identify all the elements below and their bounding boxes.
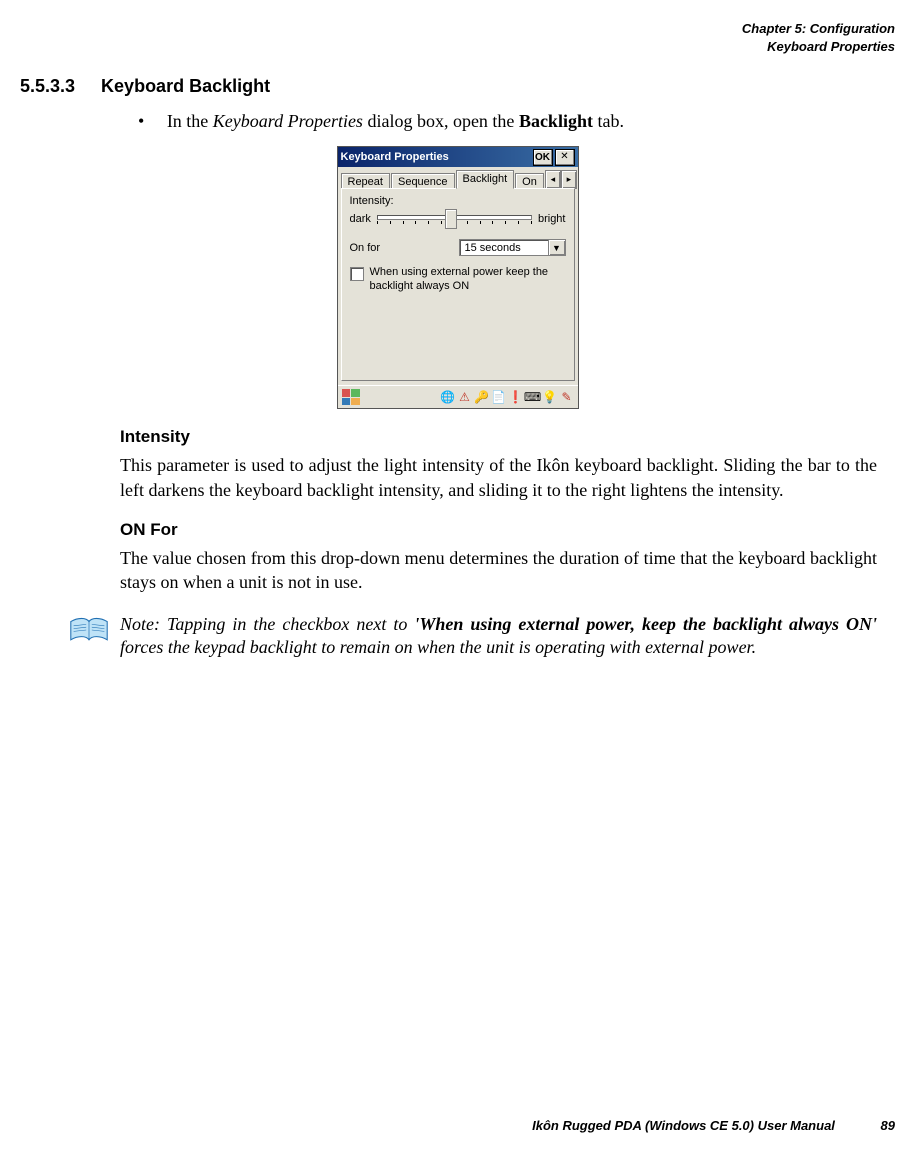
tab-backlight[interactable]: Backlight bbox=[456, 170, 515, 189]
note-text: Note: Tapping in the checkbox next to 'W… bbox=[120, 613, 877, 660]
bullet-text-em: Keyboard Properties bbox=[213, 111, 363, 131]
running-header: Chapter 5: Configuration Keyboard Proper… bbox=[20, 20, 895, 56]
bullet-text-mid: dialog box, open the bbox=[363, 111, 519, 131]
tab-scroll-left[interactable]: ◂ bbox=[545, 170, 561, 189]
dialog-title: Keyboard Properties bbox=[341, 151, 531, 163]
on-for-dropdown[interactable]: 15 seconds ▼ bbox=[459, 239, 566, 256]
book-icon bbox=[68, 615, 110, 650]
dialog-titlebar: Keyboard Properties OK ✕ bbox=[338, 147, 578, 167]
on-for-label: On for bbox=[350, 242, 381, 254]
keyboard-properties-dialog: Keyboard Properties OK ✕ Repeat Sequence… bbox=[337, 146, 579, 409]
light-icon[interactable]: 💡 bbox=[543, 390, 557, 404]
tab-strip: Repeat Sequence Backlight On ◂ ▸ bbox=[338, 167, 578, 189]
section-heading: 5.5.3.3 Keyboard Backlight bbox=[20, 76, 895, 97]
taskbar: 🌐 ⚠ 🔑 📄 ❗ ⌨ 💡 ✎ bbox=[338, 385, 578, 408]
note-lead: Note: Tapping in the checkbox next to bbox=[120, 614, 414, 634]
key-icon[interactable]: 🔑 bbox=[475, 390, 489, 404]
note-icon[interactable]: 📄 bbox=[492, 390, 506, 404]
running-header-line1: Chapter 5: Configuration bbox=[20, 20, 895, 38]
running-header-line2: Keyboard Properties bbox=[20, 38, 895, 56]
intensity-subheading: Intensity bbox=[120, 427, 895, 447]
note-bold: 'When using external power, keep the bac… bbox=[414, 614, 877, 634]
alert-icon[interactable]: ❗ bbox=[509, 390, 523, 404]
bullet-marker: • bbox=[138, 111, 144, 131]
close-icon: ✕ bbox=[560, 152, 568, 162]
bullet-text-bold: Backlight bbox=[519, 111, 593, 131]
slider-min-label: dark bbox=[350, 213, 371, 225]
globe-icon[interactable]: 🌐 bbox=[441, 390, 455, 404]
dropdown-arrow-icon[interactable]: ▼ bbox=[548, 239, 566, 256]
start-button-icon[interactable] bbox=[342, 389, 360, 405]
network-warning-icon[interactable]: ⚠ bbox=[458, 390, 472, 404]
external-power-check-label: When using external power keep the backl… bbox=[370, 266, 566, 292]
intensity-body: This parameter is used to adjust the lig… bbox=[120, 453, 877, 502]
tab-panel: Intensity: dark bright On for 15 seconds… bbox=[341, 188, 575, 381]
bullet-text-post: tab. bbox=[593, 111, 624, 131]
slider-max-label: bright bbox=[538, 213, 566, 225]
keyboard-icon[interactable]: ⌨ bbox=[526, 390, 540, 404]
intensity-label: Intensity: bbox=[350, 195, 566, 207]
page-footer: Ikôn Rugged PDA (Windows CE 5.0) User Ma… bbox=[532, 1118, 895, 1133]
note-tail: forces the keypad backlight to remain on… bbox=[120, 637, 756, 657]
external-power-checkbox[interactable] bbox=[350, 267, 364, 281]
onfor-body: The value chosen from this drop-down men… bbox=[120, 546, 877, 595]
tab-scroll-right[interactable]: ▸ bbox=[561, 170, 577, 189]
intensity-slider-row: dark bright bbox=[350, 209, 566, 229]
slider-thumb[interactable] bbox=[445, 209, 457, 229]
note-block: Note: Tapping in the checkbox next to 'W… bbox=[68, 613, 877, 660]
external-power-check-row: When using external power keep the backl… bbox=[350, 266, 566, 292]
bullet-text-pre: In the bbox=[167, 111, 213, 131]
section-number: 5.5.3.3 bbox=[20, 76, 75, 96]
footer-text: Ikôn Rugged PDA (Windows CE 5.0) User Ma… bbox=[532, 1118, 835, 1133]
instruction-bullet: • In the Keyboard Properties dialog box,… bbox=[138, 111, 895, 132]
system-tray: 🌐 ⚠ 🔑 📄 ❗ ⌨ 💡 ✎ bbox=[441, 390, 574, 404]
pen-icon[interactable]: ✎ bbox=[560, 390, 574, 404]
section-title: Keyboard Backlight bbox=[101, 76, 270, 96]
intensity-slider[interactable] bbox=[377, 209, 532, 229]
on-for-row: On for 15 seconds ▼ bbox=[350, 239, 566, 256]
onfor-subheading: ON For bbox=[120, 520, 895, 540]
close-button[interactable]: ✕ bbox=[555, 149, 575, 166]
page-number: 89 bbox=[881, 1118, 895, 1133]
on-for-value: 15 seconds bbox=[459, 239, 548, 256]
ok-button[interactable]: OK bbox=[533, 149, 553, 166]
